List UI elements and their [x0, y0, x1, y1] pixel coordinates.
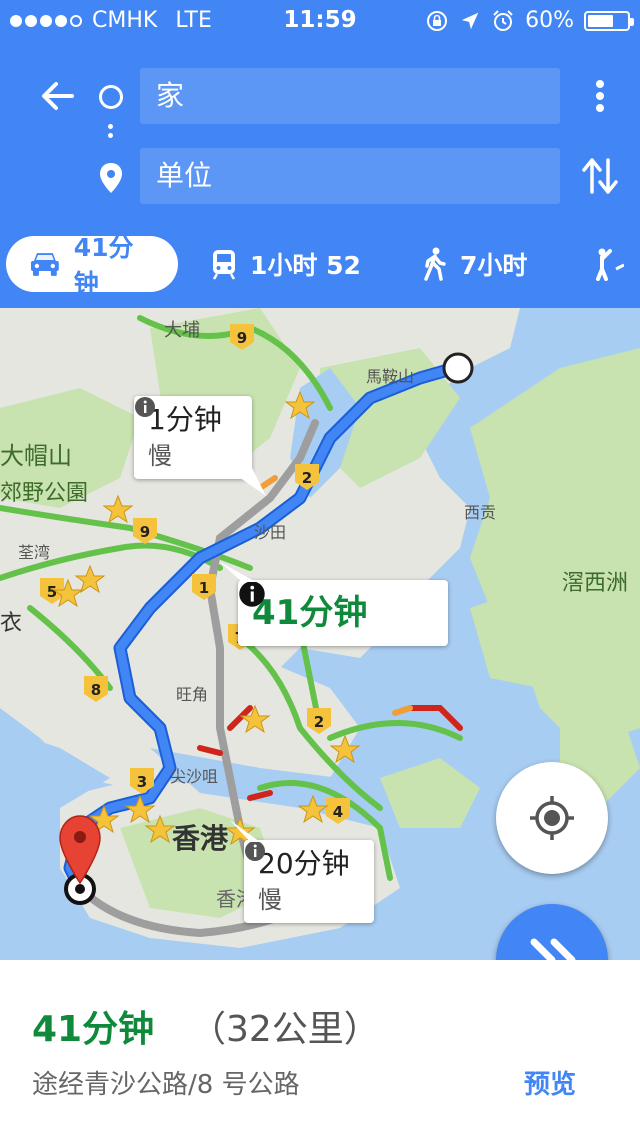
hail-ride-icon [596, 248, 624, 281]
mode-transit-tab[interactable]: 1小时 52 [210, 236, 361, 292]
route-summary-panel[interactable]: 41分钟 （32公里） 途经青沙公路/8 号公路 预览 [0, 960, 640, 1136]
traffic-info-icon [135, 397, 155, 417]
crosshair-icon [530, 796, 574, 840]
mode-ride-tab[interactable] [590, 236, 624, 292]
callout-alt-2-traffic: 慢 [258, 886, 282, 914]
label-ma-on-shan: 馬鞍山 [366, 367, 414, 386]
road-shield-9b-label: 9 [140, 523, 150, 541]
destination-input[interactable]: 单位 [140, 148, 560, 204]
label-hong-kong: 香港 [172, 822, 229, 855]
road-shield-9a-label: 9 [237, 329, 247, 347]
label-tai-mo-shan: 大帽山 [0, 442, 72, 470]
mode-drive-tab[interactable]: 41分钟 [6, 233, 178, 298]
directions-header: CMHK LTE 11:59 60% 家 单位 41分钟 1小时 52 7小时 [0, 0, 640, 308]
road-shield-2a-label: 2 [302, 469, 312, 487]
origin-marker [442, 352, 474, 384]
label-sha-tin: 沙田 [254, 523, 286, 542]
more-options-icon[interactable] [586, 78, 614, 114]
drive-time-label: 41分钟 [73, 233, 134, 298]
car-icon [30, 253, 59, 276]
road-shield-2b-label: 2 [314, 713, 324, 731]
road-shield-3-label: 3 [137, 773, 147, 791]
route-callout-alt-2[interactable]: 20分钟 慢 [244, 840, 374, 923]
road-shield-1-label: 1 [199, 579, 209, 597]
back-arrow-icon[interactable] [38, 76, 78, 116]
label-tsuen-wan: 荃湾 [18, 543, 50, 562]
label-partial: 衣 [0, 611, 22, 636]
road-shield-4-label: 4 [333, 803, 343, 821]
walk-time-label: 7小时 [460, 251, 528, 280]
my-location-button[interactable] [496, 762, 608, 874]
mode-walk-tab[interactable]: 7小时 [422, 236, 527, 292]
origin-marker-icon [99, 85, 123, 109]
label-country-park: 郊野公園 [0, 481, 88, 506]
route-connector [108, 124, 114, 146]
label-kau-sai-chau: 滘西洲 [562, 571, 628, 596]
callout-alt-1-traffic: 慢 [148, 442, 172, 470]
label-tai-po: 大埔 [164, 320, 200, 341]
callout-alt-2-time: 20分钟 [258, 847, 350, 880]
callout-main-pointer [220, 562, 256, 582]
label-mong-kok: 旺角 [176, 685, 208, 704]
callout-main-time: 41分钟 [252, 593, 368, 633]
swap-icon[interactable] [580, 154, 620, 198]
callout-alt-2-sub: 慢 [245, 841, 360, 915]
route-callout-main[interactable]: 41分钟 [238, 580, 448, 646]
label-tsim-sha-tsui: 尖沙咀 [170, 767, 218, 786]
rotation-lock-icon [427, 10, 448, 31]
train-icon [212, 250, 236, 280]
transit-time-label: 1小时 52 [250, 251, 361, 280]
callout-alt-1-time: 1分钟 [148, 403, 222, 436]
land-sai-kung [470, 348, 640, 748]
callout-alt-2-pointer [230, 820, 260, 842]
summary-distance: （32公里） [190, 1009, 380, 1050]
callout-alt-1-sub: 慢 [135, 397, 238, 471]
callout-alt-1-pointer [226, 468, 266, 496]
road-shield-5-label: 5 [47, 583, 57, 601]
travel-modes: 41分钟 1小时 52 7小时 [0, 233, 640, 298]
summary-duration: 41分钟 [32, 1009, 155, 1050]
summary-via: 途经青沙公路/8 号公路 [32, 1070, 300, 1100]
status-bar: CMHK LTE 11:59 60% [0, 0, 640, 40]
origin-input[interactable]: 家 [140, 68, 560, 124]
road-shield-8-label: 8 [91, 681, 101, 699]
status-right: 60% [425, 8, 634, 33]
preview-button[interactable]: 预览 [524, 1064, 576, 1101]
route-callout-alt-1[interactable]: 1分钟 慢 [134, 396, 252, 479]
battery-percent: 60% [525, 8, 574, 33]
label-sai-kung: 西贡 [464, 503, 496, 522]
alarm-icon [493, 9, 513, 31]
destination-pin-icon [100, 163, 122, 193]
battery-icon [584, 10, 634, 31]
location-arrow-icon [461, 12, 479, 29]
walk-icon [424, 247, 446, 281]
